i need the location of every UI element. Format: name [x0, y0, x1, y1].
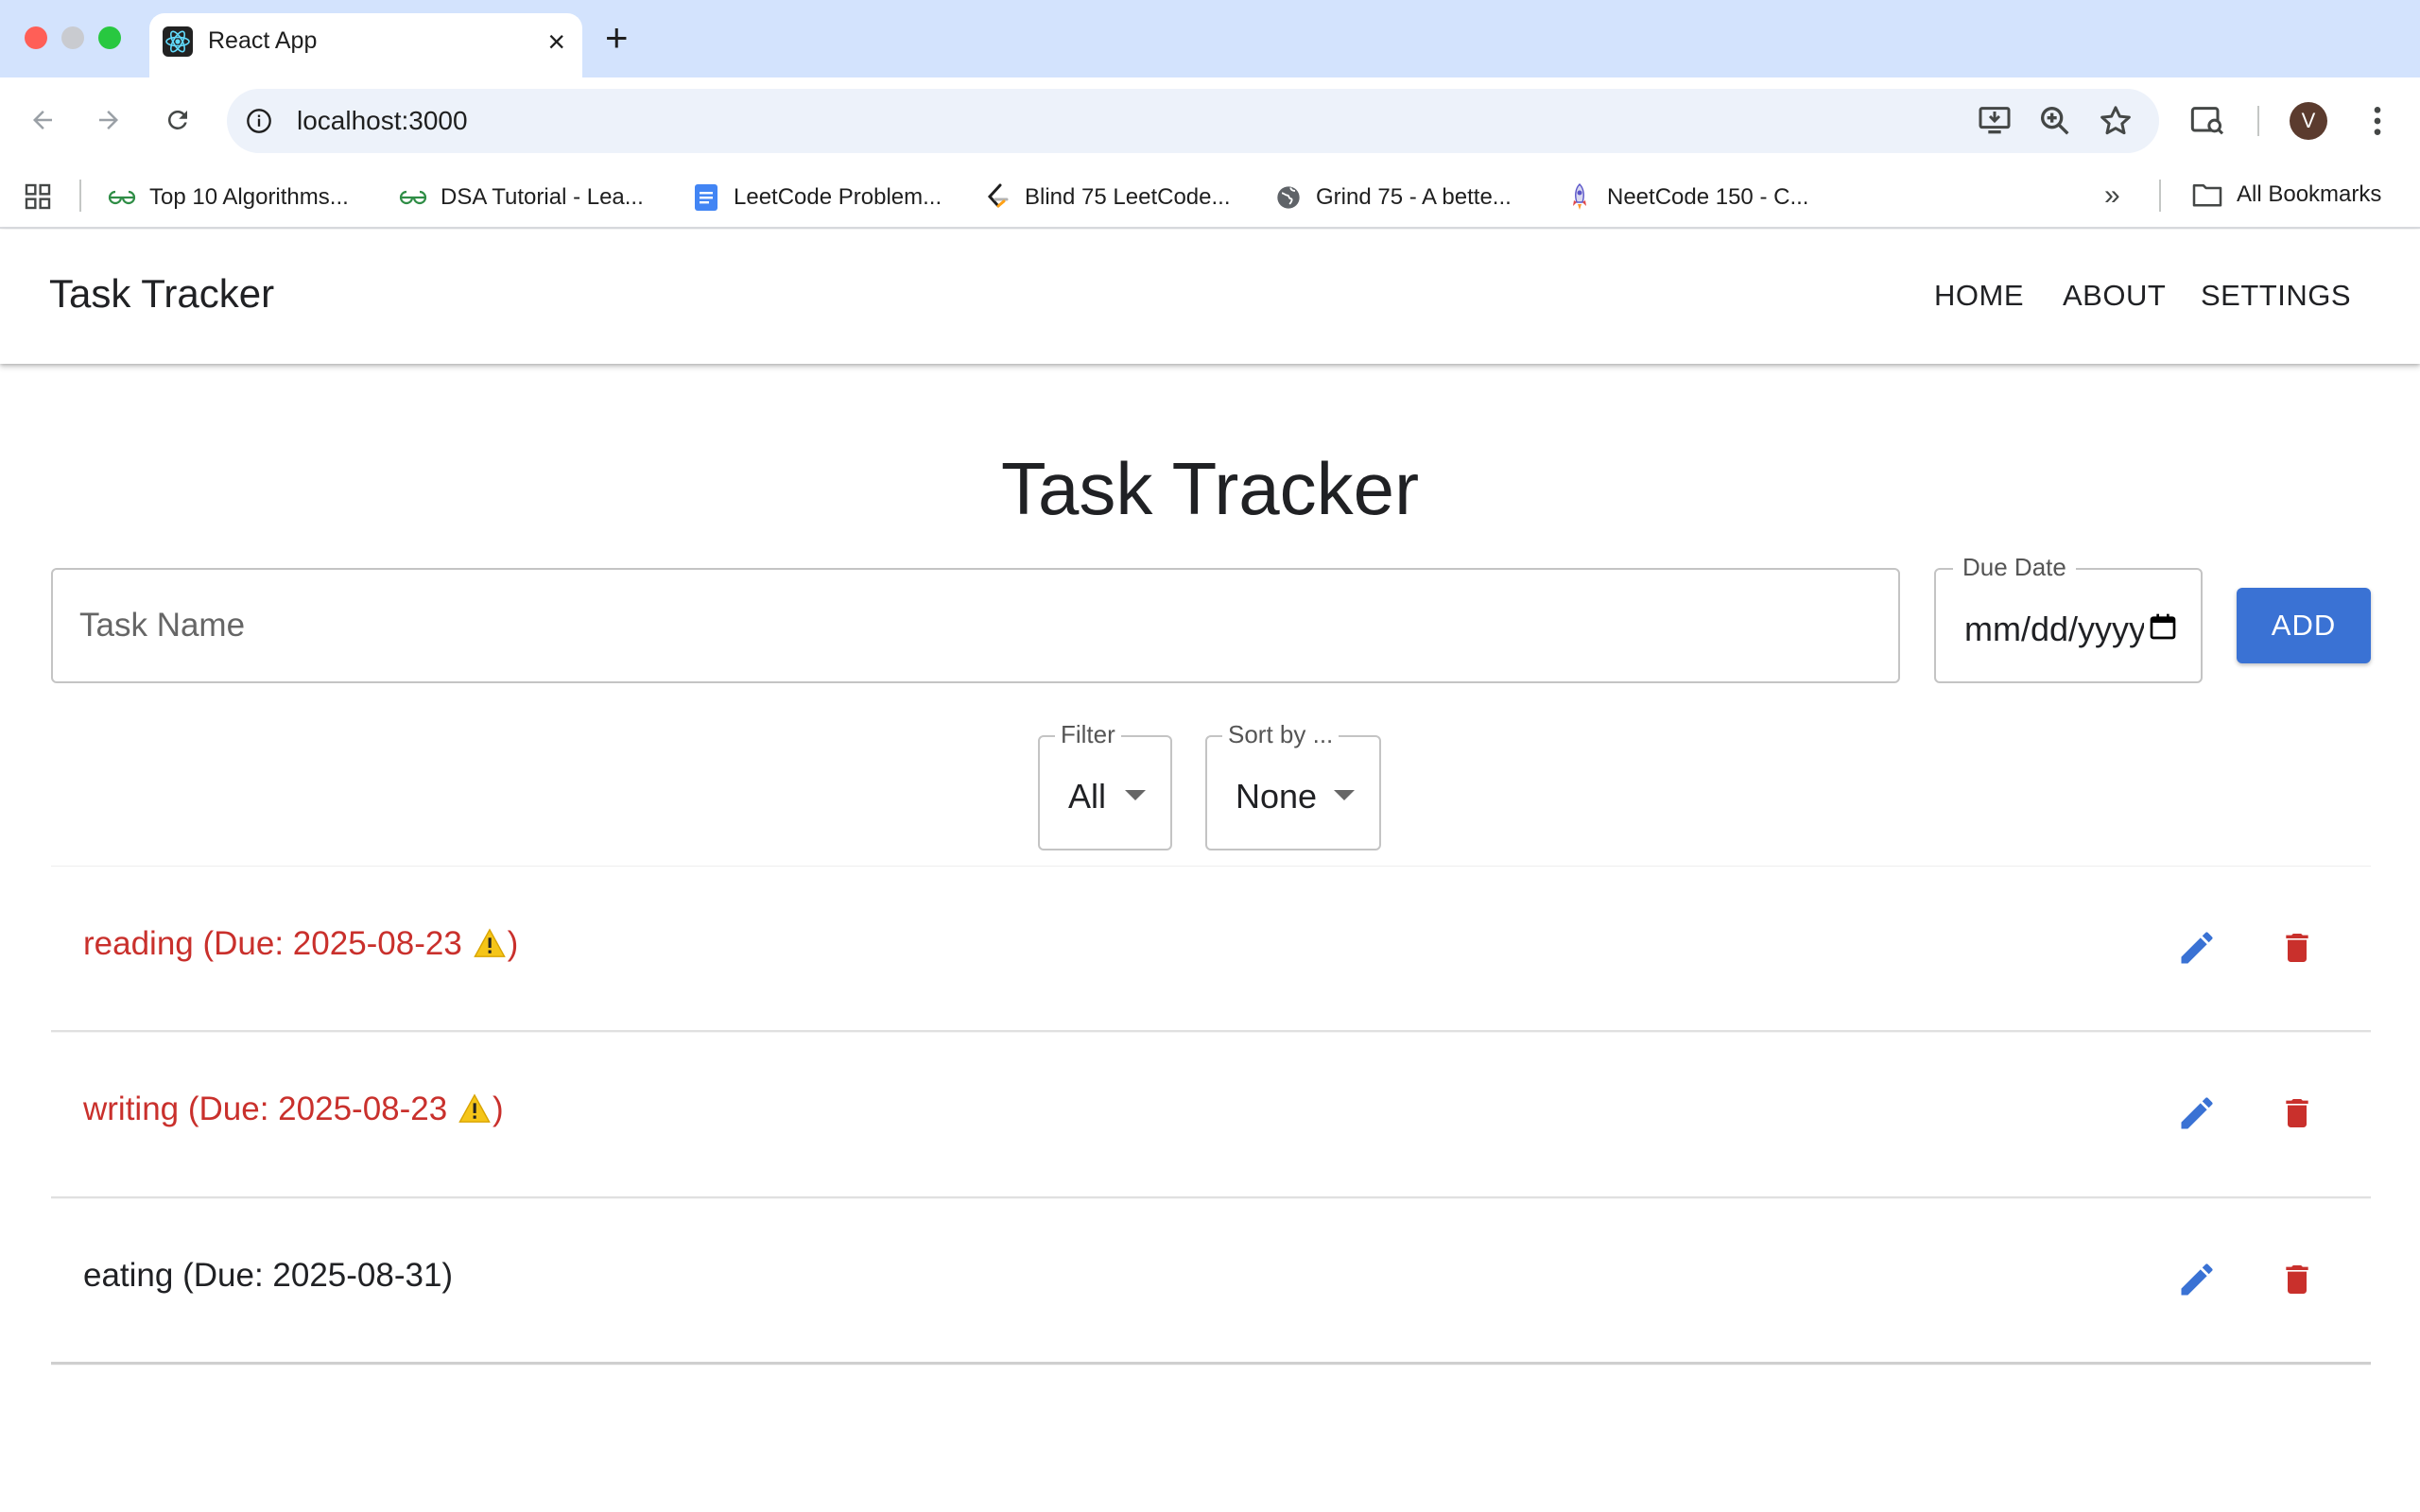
task-label: writing (Due: 2025-08-23 ) [83, 1091, 504, 1132]
reload-icon [167, 110, 187, 129]
reload-button[interactable] [154, 96, 201, 144]
warning-icon [473, 928, 506, 967]
task-list: reading (Due: 2025-08-23 ) writing (Due:… [51, 866, 2371, 1365]
nav-home[interactable]: HOME [1934, 279, 2024, 313]
profile-avatar[interactable]: V [2290, 102, 2327, 140]
sort-value: None [1236, 777, 1318, 816]
delete-task-button[interactable] [2269, 919, 2325, 976]
window-zoom-button[interactable] [98, 26, 121, 49]
task-name-field[interactable] [51, 568, 1900, 683]
edit-task-button[interactable] [2169, 919, 2225, 976]
app-brand[interactable]: Task Tracker [49, 271, 274, 317]
arrow-right-icon [99, 111, 118, 129]
trash-icon [2286, 1265, 2308, 1294]
folder-icon [2192, 183, 2222, 207]
edit-task-button[interactable] [2169, 1251, 2225, 1308]
site-info-icon[interactable] [246, 108, 272, 134]
star-icon[interactable] [2097, 102, 2135, 140]
geeksforgeeks-icon [399, 183, 427, 212]
react-icon [163, 26, 193, 57]
geeksforgeeks-icon [108, 183, 136, 212]
trash-icon [2286, 1099, 2308, 1127]
bookmark-item[interactable]: Grind 75 - A bette... [1274, 181, 1512, 214]
bookmark-item[interactable]: Top 10 Algorithms... [108, 181, 349, 214]
tab-title: React App [208, 27, 318, 54]
new-tab-button[interactable]: + [605, 13, 629, 62]
back-button[interactable] [19, 96, 66, 144]
forward-button[interactable] [85, 96, 132, 144]
task-label: reading (Due: 2025-08-23 ) [83, 925, 518, 967]
filter-select[interactable]: Filter All [1038, 720, 1172, 850]
bookmark-item[interactable]: NeetCode 150 - C... [1565, 181, 1808, 214]
due-date-field[interactable]: Due Date mm/dd/yyyy [1934, 553, 2203, 683]
filter-value: All [1068, 777, 1107, 816]
sort-select[interactable]: Sort by ... None [1205, 720, 1381, 850]
nav-about[interactable]: ABOUT [2063, 279, 2166, 313]
address-bar[interactable]: localhost:3000 [227, 89, 2159, 153]
task-name-input[interactable] [53, 570, 1898, 681]
leetcode-icon [983, 183, 1011, 212]
task-row: reading (Due: 2025-08-23 ) [51, 866, 2371, 1032]
tab-close-icon[interactable]: × [547, 23, 565, 60]
globe-icon [1274, 183, 1303, 212]
app-header: Task Tracker HOME ABOUT SETTINGS [0, 230, 2420, 364]
bookmarks-divider [79, 180, 81, 212]
task-row: eating (Due: 2025-08-31) [51, 1198, 2371, 1365]
bookmarks-bar: Top 10 Algorithms... DSA Tutorial - Lea.… [0, 164, 2420, 229]
filter-label: Filter [1055, 720, 1121, 749]
task-label: eating (Due: 2025-08-31) [83, 1257, 454, 1294]
due-date-value[interactable]: mm/dd/yyyy [1964, 610, 2144, 649]
edit-task-button[interactable] [2169, 1085, 2225, 1142]
delete-task-button[interactable] [2269, 1251, 2325, 1308]
rocket-icon [1565, 183, 1594, 212]
apps-grid-icon[interactable] [23, 181, 53, 212]
pencil-icon [2181, 932, 2213, 964]
browser-tab-active[interactable]: React App × [149, 13, 582, 77]
arrow-left-icon [33, 111, 52, 129]
bookmark-item[interactable]: LeetCode Problem... [692, 181, 942, 214]
toolbar-divider [2257, 106, 2259, 136]
calendar-icon[interactable] [2148, 610, 2178, 643]
browser-tabstrip: React App × + [0, 0, 2420, 77]
bookmark-item[interactable]: Blind 75 LeetCode... [983, 181, 1231, 214]
add-task-button[interactable]: ADD [2237, 588, 2371, 663]
warning-icon [458, 1093, 491, 1132]
bookmark-item[interactable]: DSA Tutorial - Lea... [399, 181, 644, 214]
caret-down-icon [1125, 790, 1146, 800]
nav-settings[interactable]: SETTINGS [2201, 279, 2351, 313]
browser-toolbar: localhost:3000 V [0, 77, 2420, 164]
google-docs-icon [692, 183, 720, 212]
tab-search-icon[interactable] [2189, 102, 2227, 140]
task-row: writing (Due: 2025-08-23 ) [51, 1032, 2371, 1198]
zoom-icon[interactable] [2036, 102, 2074, 140]
window-minimize-button[interactable] [61, 26, 84, 49]
install-app-icon[interactable] [1976, 102, 2014, 140]
trash-icon [2286, 934, 2308, 962]
sort-label: Sort by ... [1222, 720, 1340, 749]
pencil-icon [2181, 1263, 2213, 1296]
caret-down-icon [1334, 790, 1355, 800]
window-close-button[interactable] [25, 26, 47, 49]
more-bookmarks-icon[interactable]: » [2104, 180, 2120, 212]
url-text[interactable]: localhost:3000 [297, 106, 468, 136]
pencil-icon [2181, 1097, 2213, 1129]
page-title: Task Tracker [1000, 447, 1420, 530]
due-date-label: Due Date [1953, 553, 2076, 582]
delete-task-button[interactable] [2269, 1085, 2325, 1142]
more-vert-icon[interactable] [2363, 102, 2392, 140]
all-bookmarks-button[interactable]: All Bookmarks [2191, 181, 2381, 208]
bookmarks-divider [2159, 180, 2161, 212]
